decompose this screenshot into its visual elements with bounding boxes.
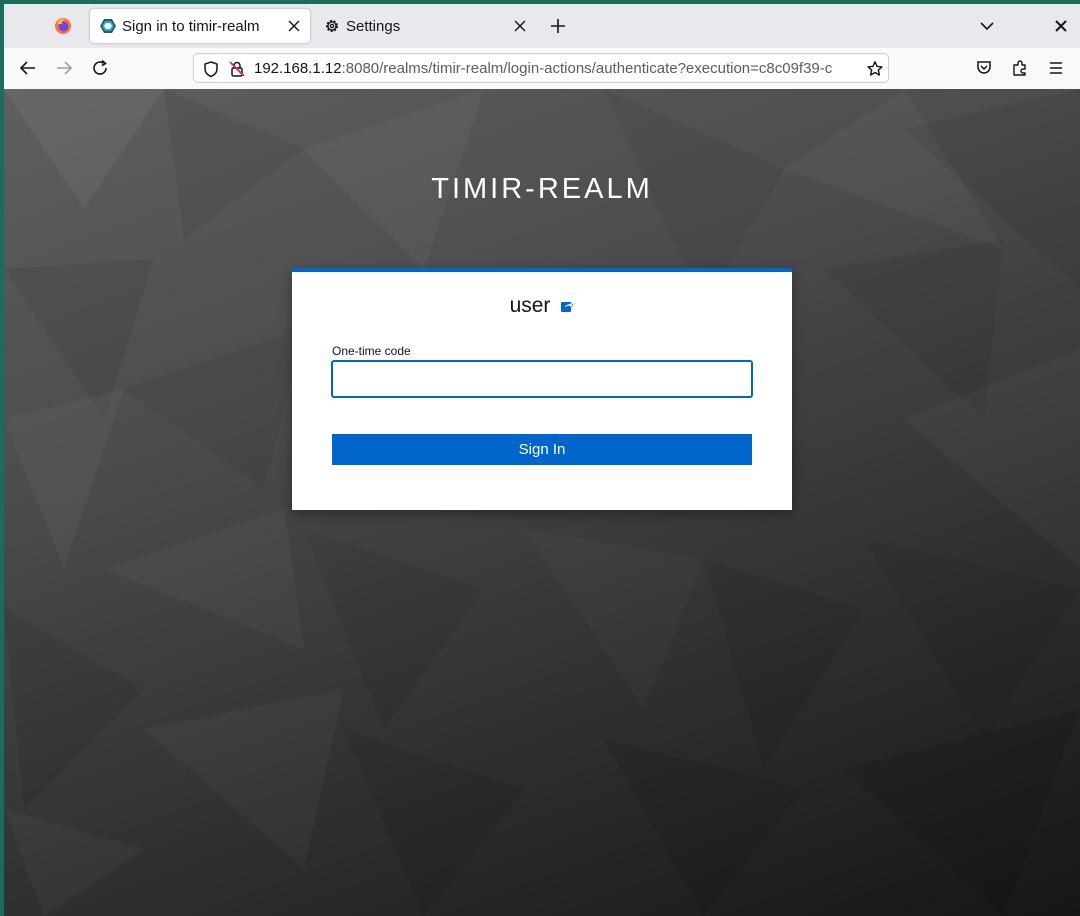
url-text[interactable]: 192.168.1.12:8080/realms/timir-realm/log… [254, 60, 859, 80]
url-host: 192.168.1.12 [254, 60, 342, 77]
tab-title: Settings [346, 17, 401, 35]
forward-icon[interactable] [53, 57, 75, 79]
menu-icon[interactable] [1045, 57, 1067, 79]
reload-icon[interactable] [89, 57, 111, 79]
keycloak-icon [100, 19, 116, 33]
url-bar[interactable]: 192.168.1.12:8080/realms/timir-realm/log… [193, 53, 889, 83]
otp-label: One-time code [332, 344, 411, 358]
tab-strip: Sign in to timir-realm Settings [4, 4, 1080, 48]
chevron-down-icon[interactable] [978, 17, 996, 35]
navigation-bar: 192.168.1.12:8080/realms/timir-realm/log… [4, 48, 1080, 90]
insecure-lock-icon[interactable] [228, 60, 246, 78]
extensions-icon[interactable] [1009, 57, 1031, 79]
login-page: TIMIR-REALM user One-time code Sign In [4, 89, 1080, 916]
pocket-icon[interactable] [973, 57, 995, 79]
shield-icon[interactable] [202, 60, 220, 78]
tab-title: Sign in to timir-realm [122, 17, 260, 35]
close-tab-icon[interactable] [510, 16, 530, 36]
browser-window: Sign in to timir-realm Settings 192.168.… [4, 4, 1080, 916]
attempted-username-row: user [292, 294, 792, 318]
new-tab-icon[interactable] [548, 16, 568, 36]
attempted-username: user [509, 294, 551, 317]
bookmark-star-icon[interactable] [866, 60, 884, 78]
tab-sign-in[interactable]: Sign in to timir-realm [90, 9, 310, 43]
login-card: user One-time code Sign In [292, 268, 792, 510]
realm-title: TIMIR-REALM [431, 173, 653, 205]
back-icon[interactable] [17, 57, 39, 79]
url-path: :8080/realms/timir-realm/login-actions/a… [341, 60, 833, 77]
gear-icon [326, 20, 338, 32]
reset-login-icon[interactable] [560, 299, 574, 313]
otp-input[interactable] [331, 360, 753, 398]
firefox-icon[interactable] [54, 17, 72, 35]
tab-settings[interactable]: Settings [314, 9, 536, 43]
sign-in-button[interactable]: Sign In [332, 434, 752, 465]
window-close-icon[interactable] [1052, 17, 1070, 35]
close-tab-icon[interactable] [284, 16, 304, 36]
